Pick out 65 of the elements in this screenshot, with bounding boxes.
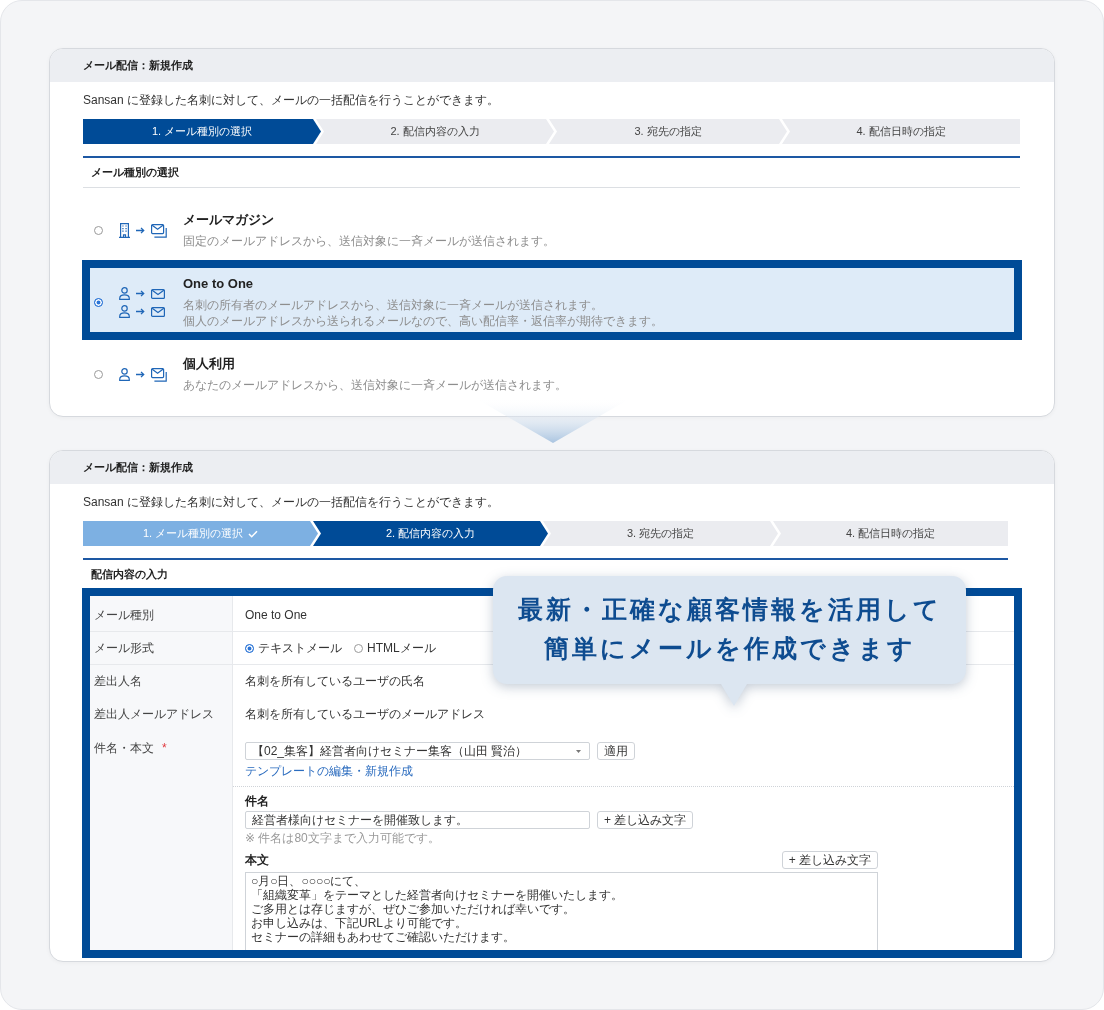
section-title: 配信内容の入力 <box>91 567 168 581</box>
insert-button[interactable]: + 差し込み文字 <box>781 851 878 869</box>
mail-type-option[interactable]: One to One 名刺の所有者のメールアドレスから、送信対象に一斉メールが送信されます。 個人のメールアドレスから送られるメールなので、高い配信率・返信率が期待できます。 <box>82 260 1022 340</box>
field-label: メール形式 <box>94 640 154 656</box>
option-title: メールマガジン <box>183 212 274 228</box>
option-title: One to One <box>183 276 254 292</box>
subject-heading: 件名 <box>245 793 269 809</box>
option-description: 名刺の所有者のメールアドレスから、送信対象に一斉メールが送信されます。 <box>183 297 603 313</box>
envelope-icon <box>151 306 165 317</box>
template-select[interactable]: 【02_集客】経営者向けセミナー集客（山田 賢治） <box>245 742 590 760</box>
field-value: 名刺を所有しているユーザの氏名 <box>245 674 425 689</box>
field-label: 差出人メールアドレス <box>94 707 214 722</box>
body-textarea[interactable]: ○月○日、○○○○にて、 「組織変革」をテーマとした経営者向けセミナーを開催いたします。 ご多用とは存じますが、ぜひご参加いただければ幸いです。 お申し込みは、下記URLより可能です。 セミナーの詳細もあわせてご確認いただけます。 <box>245 872 878 950</box>
check-icon <box>248 529 259 538</box>
progress-step: 3. 宛先の指定 <box>549 119 787 144</box>
option-description: 個人のメールアドレスから送られるメールなので、高い配信率・返信率が期待できます。 <box>183 313 663 329</box>
insert-button[interactable]: + 差し込み文字 <box>597 811 694 829</box>
required-mark: * <box>162 741 167 756</box>
panel-header: メール配信：新規作成 <box>50 49 1054 82</box>
progress-step: 3. 宛先の指定 <box>543 521 778 546</box>
field-label: メール種別 <box>94 607 154 623</box>
building-icon <box>119 223 130 238</box>
person-icon <box>119 305 130 318</box>
field-label: 差出人名 <box>94 674 142 689</box>
envelope-stack-icon <box>151 223 167 238</box>
person-icon <box>119 368 130 381</box>
progress-step: 4. 配信日時の指定 <box>782 119 1020 144</box>
arrow-icon <box>136 371 145 378</box>
radio-button[interactable] <box>354 643 363 653</box>
caret-icon <box>576 749 581 753</box>
apply-button[interactable]: 適用 <box>597 742 635 760</box>
field-label: 件名・本文 <box>94 741 154 756</box>
field-value: One to One <box>245 607 308 623</box>
radio-button[interactable] <box>245 643 254 653</box>
progress-step: 2. 配信内容の入力 <box>313 521 548 546</box>
progress-step: 1. メール種別の選択 <box>83 119 321 144</box>
section-title: メール種別の選択 <box>91 165 179 179</box>
option-description: 固定のメールアドレスから、送信対象に一斉メールが送信されます。 <box>183 233 555 249</box>
envelope-icon <box>151 288 165 299</box>
template-edit-link[interactable]: テンプレートの編集・新規作成 <box>245 763 413 779</box>
callout-text: 最新・正確な顧客情報を活用して 簡単にメールを作成できます <box>517 594 942 664</box>
option-description: あなたのメールアドレスから、送信対象に一斉メールが送信されます。 <box>183 377 567 393</box>
panel-description: Sansan に登録した名刺に対して、メールの一括配信を行うことができます。 <box>83 494 500 510</box>
mail-type-option[interactable]: メールマガジン 固定のメールアドレスから、送信対象に一斉メールが送信されます。 <box>82 196 1022 260</box>
field-value: 名刺を所有しているユーザのメールアドレス <box>245 707 485 722</box>
radio-button[interactable] <box>94 298 103 307</box>
arrow-icon <box>136 227 145 234</box>
envelope-stack-icon <box>151 367 167 382</box>
panel-header: メール配信：新規作成 <box>50 451 1054 484</box>
radio-label[interactable]: HTMLメール <box>367 640 436 656</box>
mail-type-option[interactable]: 個人利用 あなたのメールアドレスから、送信対象に一斉メールが送信されます。 <box>82 340 1022 404</box>
arrow-icon <box>136 290 145 297</box>
radio-label[interactable]: テキストメール <box>258 640 342 656</box>
radio-button[interactable] <box>94 226 103 235</box>
option-title: 個人利用 <box>183 356 235 372</box>
progress-step: 1. メール種別の選択 <box>83 521 318 546</box>
subject-input[interactable]: 経営者様向けセミナーを開催致します。 <box>245 811 590 829</box>
progress-step: 4. 配信日時の指定 <box>773 521 1008 546</box>
person-icon <box>119 287 130 300</box>
radio-button[interactable] <box>94 370 103 379</box>
panel-description: Sansan に登録した名刺に対して、メールの一括配信を行うことができます。 <box>83 92 500 108</box>
character-limit-note: ※ 件名は80文字まで入力可能です。 <box>245 831 440 846</box>
arrow-icon <box>136 308 145 315</box>
progress-step: 2. 配信内容の入力 <box>316 119 554 144</box>
body-heading: 本文 <box>245 852 269 868</box>
